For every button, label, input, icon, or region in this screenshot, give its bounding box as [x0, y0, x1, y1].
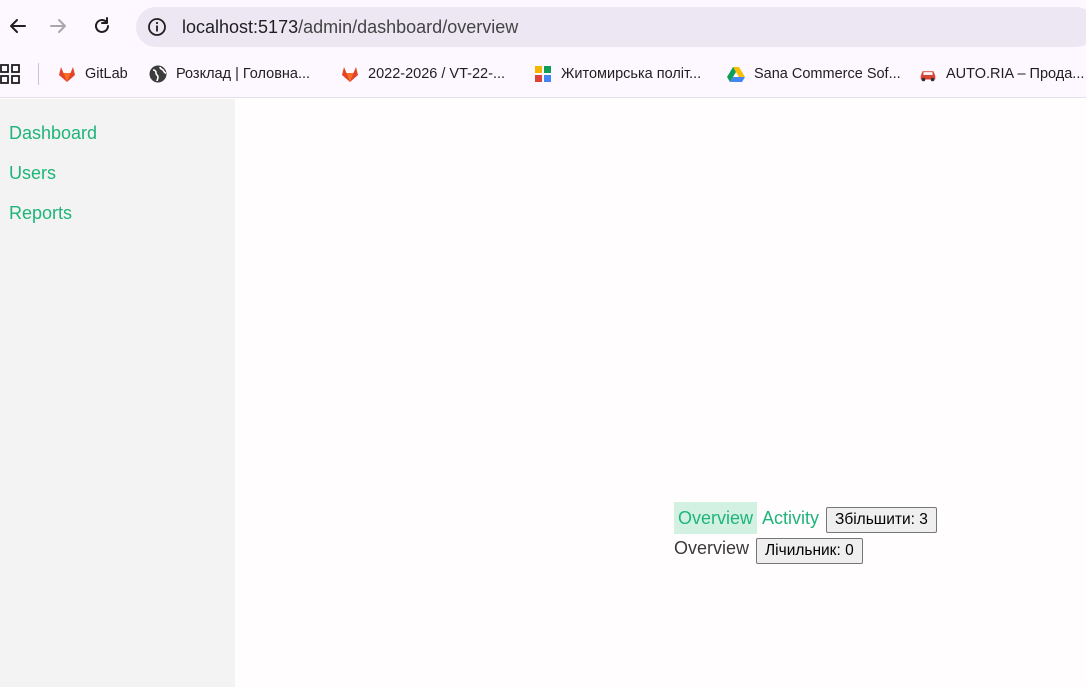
sidebar-item-users[interactable]: Users — [9, 163, 56, 184]
drive-icon — [726, 64, 746, 84]
bookmark-vt22[interactable]: 2022-2026 / VT-22-... — [340, 62, 505, 86]
browser-toolbar: localhost:5173/admin/dashboard/overview — [0, 0, 1086, 52]
bookmarks-separator — [38, 63, 39, 85]
url-text: localhost:5173/admin/dashboard/overview — [182, 17, 518, 38]
bookmark-sana[interactable]: Sana Commerce Sof... — [726, 62, 901, 86]
reload-button[interactable] — [84, 8, 120, 44]
sidebar-item-reports[interactable]: Reports — [9, 203, 72, 224]
site-info-icon[interactable] — [146, 16, 168, 38]
url-host: localhost:5173 — [182, 17, 299, 37]
back-button[interactable] — [0, 8, 36, 44]
main-content — [235, 99, 1086, 687]
bookmark-autoria[interactable]: AUTO.RIA – Прода... — [918, 62, 1084, 86]
forward-button[interactable] — [40, 8, 76, 44]
car-icon — [918, 64, 938, 84]
apps-grid-icon[interactable] — [0, 63, 22, 85]
arrow-left-icon — [10, 19, 26, 33]
tab-activity[interactable]: Activity — [758, 502, 823, 534]
overview-heading: Overview — [674, 538, 750, 558]
bookmark-label: Розклад | Головна... — [176, 66, 311, 82]
reload-icon — [95, 17, 109, 33]
bookmark-schedule[interactable]: Розклад | Головна... — [148, 62, 310, 86]
increase-button[interactable]: Збільшити: 3 — [826, 507, 937, 533]
sidebar: Dashboard Users Reports — [0, 99, 235, 687]
bookmark-label: 2022-2026 / VT-22-... — [368, 66, 506, 82]
bookmark-label: GitLab — [85, 66, 128, 82]
arrow-right-icon — [50, 19, 66, 33]
sidebar-item-dashboard[interactable]: Dashboard — [9, 123, 97, 144]
gitlab-icon — [340, 64, 360, 84]
url-path: /admin/dashboard/overview — [298, 17, 519, 37]
university-icon — [533, 64, 553, 84]
bookmark-polytechnic[interactable]: Житомирська політ... — [533, 62, 701, 86]
tab-overview[interactable]: Overview — [674, 502, 758, 534]
counter-button[interactable]: Лічильник: 0 — [756, 538, 863, 564]
bookmark-label: Sana Commerce Sof... — [754, 66, 901, 82]
bookmark-gitlab[interactable]: GitLab — [57, 62, 128, 86]
bookmark-label: Житомирська політ... — [561, 66, 702, 82]
address-bar[interactable]: localhost:5173/admin/dashboard/overview — [136, 7, 1086, 47]
bookmark-label: AUTO.RIA – Прода... — [946, 66, 1085, 82]
globe-icon — [148, 64, 168, 84]
bookmarks-bar: GitLab Розклад | Головна... 2022-2026 / … — [0, 52, 1086, 98]
gitlab-icon — [57, 64, 77, 84]
